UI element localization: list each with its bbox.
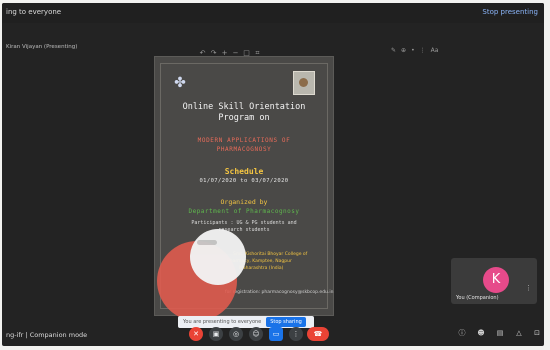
mic-off-icon: ✕ [193, 330, 199, 338]
presenting-status: ing to everyone [6, 8, 62, 16]
slide-toolbar: ↶ ↷ + − □ ⌗ [199, 40, 265, 57]
presenter-label: Kiran Vijayan (Presenting) [6, 44, 78, 50]
captions-icon: ◎ [232, 330, 240, 338]
more-button[interactable]: ⋮ [289, 327, 303, 341]
schedule-heading: Schedule [224, 167, 264, 176]
participant-tile[interactable]: K You (Companion) ⋮ [451, 258, 537, 304]
share-message: You are presenting to everyone [183, 319, 262, 325]
organizer-name: Department of Pharmacognosy [188, 208, 300, 215]
companion-mode-label: Companion mode [29, 331, 88, 339]
reactions-button[interactable]: ☺ [249, 327, 263, 341]
chat-icon[interactable]: ▤ [495, 328, 505, 338]
stop-sharing-button[interactable]: Stop sharing [266, 317, 306, 327]
mic-off-button[interactable]: ✕ [189, 327, 203, 341]
pencil-icon[interactable]: ✎ [391, 47, 396, 54]
present-button[interactable]: ▭ [269, 327, 283, 341]
pointer-spotlight [190, 229, 246, 285]
present-icon: ▭ [272, 330, 280, 338]
captions-button[interactable]: ◎ [229, 327, 243, 341]
camera-button[interactable]: ▣ [209, 327, 223, 341]
smile-icon: ☺ [252, 330, 260, 338]
layout-label[interactable]: Aa [431, 47, 439, 54]
camera-icon: ▣ [212, 330, 220, 338]
phone-hangup-icon: ☎ [313, 330, 323, 338]
emblem-icon [293, 71, 315, 95]
activities-icon[interactable]: △ [514, 328, 524, 338]
more-options-icon[interactable]: ⋮ [525, 284, 532, 292]
schedule-dates: 01/07/2020 to 03/07/2020 [199, 178, 289, 184]
participants-line: Participants : UG & PG students and [191, 220, 297, 226]
people-icon[interactable]: ☻ [476, 328, 486, 338]
college-state: Maharashtra (India) [239, 266, 284, 271]
poster-subtitle: MODERN APPLICATIONS OF [197, 137, 291, 144]
leave-call-button[interactable]: ☎ [307, 327, 329, 341]
more-icon[interactable]: ⋮ [420, 47, 426, 54]
participants-line2: research students [218, 227, 270, 233]
poster-title: Online Skill Orientation [182, 102, 306, 112]
more-vert-icon: ⋮ [292, 330, 300, 338]
lock-icon[interactable]: ⊡ [532, 328, 542, 338]
meeting-code: ng-ifr [6, 331, 24, 339]
poster-subtitle-line2: PHARMACOGNOSY [216, 146, 272, 153]
avatar: K [483, 267, 509, 293]
view-toolbar: ✎ ⊕ • ⋮ Aa [391, 37, 443, 54]
registration-email: for registration: pharmacognosy@skbcop.e… [225, 290, 334, 295]
top-bar: ing to everyone Stop presenting [2, 3, 544, 23]
pin-icon[interactable]: • [411, 47, 415, 54]
stop-presenting-link[interactable]: Stop presenting [482, 8, 538, 16]
college-logo-icon: ✤ [174, 75, 186, 91]
info-icon[interactable]: ⓘ [457, 328, 467, 338]
poster-title-line2: Program on [218, 113, 270, 123]
zoom-icon[interactable]: ⊕ [401, 47, 406, 54]
meeting-info: ng-ifr | Companion mode [6, 331, 87, 339]
meeting-window: ing to everyone Stop presenting Kiran Vi… [2, 3, 544, 346]
organized-heading: Organized by [220, 198, 268, 206]
participant-name: You (Companion) [456, 295, 499, 301]
